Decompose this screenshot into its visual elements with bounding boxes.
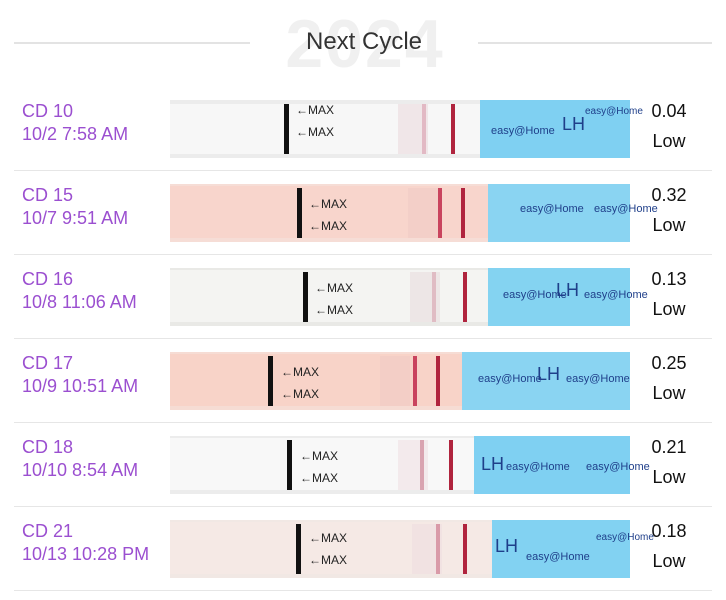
- test-row[interactable]: CD 15 10/7 9:51 AM ←MAX ←MAX easy@Home e…: [0, 172, 726, 256]
- test-row[interactable]: CD 21 10/13 10:28 PM ←MAX ←MAX LH easy@H…: [0, 508, 726, 592]
- row-divider: [14, 170, 712, 171]
- lh-label: LH: [495, 536, 518, 556]
- brand-label: easy@Home: [520, 203, 584, 215]
- row-divider: [14, 506, 712, 507]
- max-label: ←MAX: [315, 303, 353, 317]
- lh-value: 0.04: [651, 101, 687, 121]
- max-label: ←MAX: [309, 219, 347, 233]
- lh-label: LH: [556, 280, 579, 300]
- lh-value: 0.13: [651, 269, 687, 289]
- max-label: ←MAX: [309, 197, 347, 211]
- test-row[interactable]: CD 17 10/9 10:51 AM ←MAX ←MAX easy@Home …: [0, 340, 726, 424]
- test-strip-image: ←MAX ←MAX LH easy@Home easy@Home: [170, 436, 650, 494]
- lh-level: Low: [652, 467, 686, 487]
- control-line: [438, 188, 442, 238]
- brand-label: easy@Home: [506, 461, 570, 473]
- row-divider: [14, 590, 712, 591]
- test-line: [461, 188, 465, 238]
- test-strip-image: ←MAX ←MAX easy@Home easy@Home: [170, 184, 658, 242]
- test-line: [463, 524, 467, 574]
- max-label: ←MAX: [315, 281, 353, 295]
- max-label: ←MAX: [296, 125, 334, 139]
- max-label: ←MAX: [300, 471, 338, 485]
- test-strip-image: ←MAX ←MAX easy@Home LH easy@Home: [170, 100, 643, 158]
- max-label: ←MAX: [309, 553, 347, 567]
- control-line: [436, 524, 440, 574]
- control-line: [422, 104, 426, 154]
- control-line: [432, 272, 436, 322]
- row-divider: [14, 338, 712, 339]
- header-divider-left: [14, 42, 250, 44]
- test-strip-image: ←MAX ←MAX easy@Home LH easy@Home: [170, 268, 648, 326]
- test-row[interactable]: CD 18 10/10 8:54 AM ←MAX ←MAX LH easy@Ho…: [0, 424, 726, 508]
- lh-value: 0.32: [651, 185, 687, 205]
- lh-level: Low: [652, 131, 686, 151]
- test-strip-image: ←MAX ←MAX LH easy@Home easy@Home: [170, 520, 654, 578]
- lh-value: 0.18: [651, 521, 687, 541]
- lh-level: Low: [652, 383, 686, 403]
- test-row[interactable]: CD 10 10/2 7:58 AM ←MAX ←MAX easy@Home L…: [0, 88, 726, 172]
- test-strip-image: ←MAX ←MAX easy@Home LH easy@Home: [170, 352, 630, 410]
- lh-level: Low: [652, 215, 686, 235]
- test-line: [451, 104, 455, 154]
- test-line: [449, 440, 453, 490]
- lh-label: LH: [562, 114, 585, 134]
- max-label: ←MAX: [296, 103, 334, 117]
- brand-label: easy@Home: [478, 373, 542, 385]
- brand-label: easy@Home: [566, 373, 630, 385]
- max-label: ←MAX: [300, 449, 338, 463]
- test-line: [436, 356, 440, 406]
- row-divider: [14, 254, 712, 255]
- max-label: ←MAX: [309, 531, 347, 545]
- test-row[interactable]: CD 16 10/8 11:06 AM ←MAX ←MAX easy@Home …: [0, 256, 726, 340]
- row-divider: [14, 422, 712, 423]
- lh-level: Low: [652, 299, 686, 319]
- lh-value: 0.21: [651, 437, 687, 457]
- lh-value: 0.25: [651, 353, 687, 373]
- lh-label: LH: [537, 364, 560, 384]
- page-header: 2024 Next Cycle: [0, 0, 726, 88]
- control-line: [413, 356, 417, 406]
- control-line: [420, 440, 424, 490]
- brand-label: easy@Home: [526, 551, 590, 563]
- max-label: ←MAX: [281, 387, 319, 401]
- lh-label: LH: [481, 454, 504, 474]
- brand-label: easy@Home: [491, 125, 555, 137]
- header-divider-right: [478, 42, 712, 44]
- max-label: ←MAX: [281, 365, 319, 379]
- lh-level: Low: [652, 551, 686, 571]
- test-line: [463, 272, 467, 322]
- page-title: Next Cycle: [305, 28, 423, 55]
